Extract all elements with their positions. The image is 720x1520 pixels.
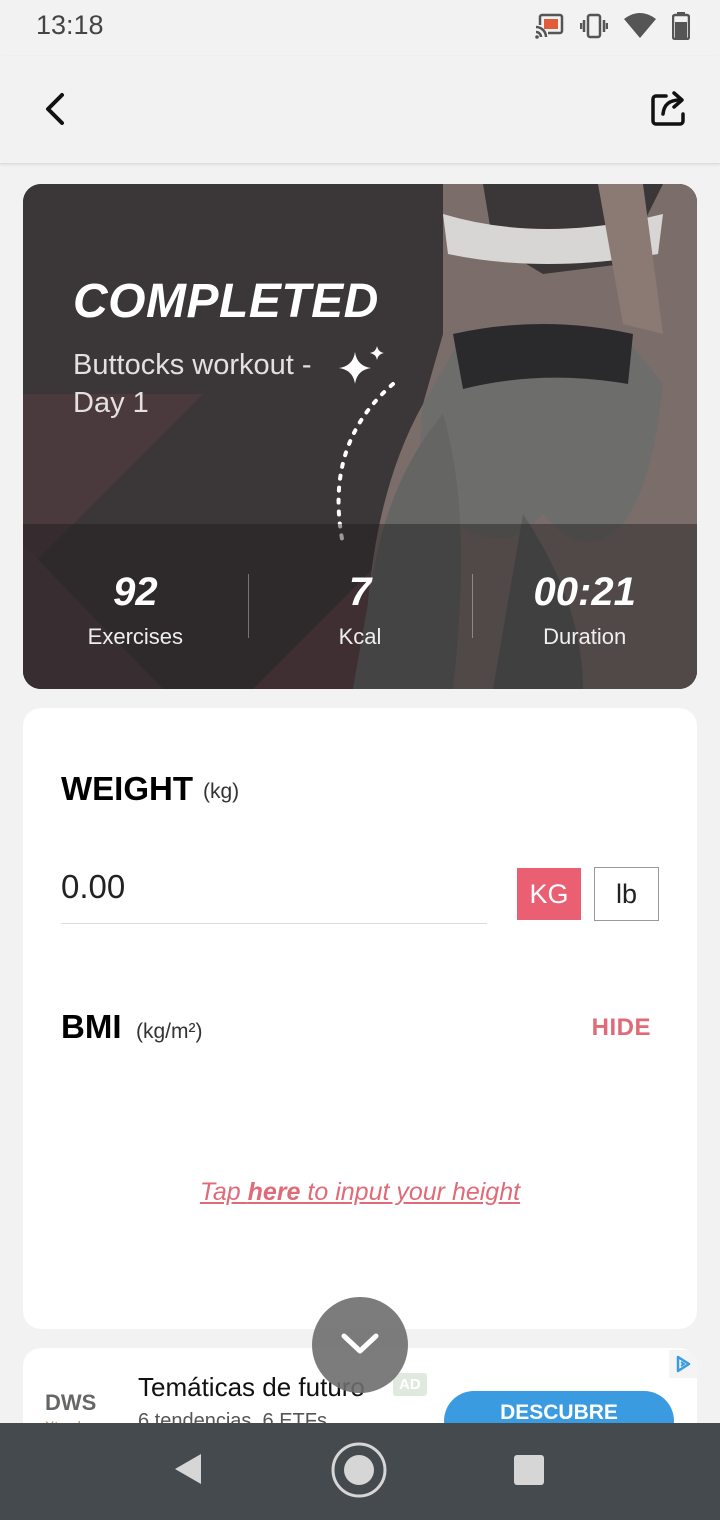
workout-stats: 92 Exercises 7 Kcal 00:21 Duration bbox=[23, 524, 697, 689]
chevron-left-icon bbox=[42, 92, 68, 131]
tap-here: here bbox=[247, 1178, 301, 1206]
stat-kcal: 7 Kcal bbox=[247, 524, 473, 689]
status-icons bbox=[534, 12, 690, 40]
stat-label: Kcal bbox=[338, 624, 382, 649]
tap-suffix: to input your height bbox=[300, 1178, 521, 1206]
hide-bmi-button[interactable]: HIDE bbox=[592, 1014, 651, 1042]
cast-icon bbox=[534, 13, 564, 39]
nav-recents-button[interactable] bbox=[510, 1453, 548, 1491]
input-height-link[interactable]: Tap here to input your height bbox=[23, 1178, 697, 1207]
weight-title: WEIGHT bbox=[61, 770, 193, 807]
status-bar: 13:18 bbox=[0, 0, 720, 56]
workout-summary-card: COMPLETED Buttocks workout - Day 1 92 Ex… bbox=[23, 184, 697, 689]
nav-home-button[interactable] bbox=[330, 1441, 388, 1504]
unit-lb-button[interactable]: lb bbox=[594, 867, 659, 921]
weight-input[interactable]: 0.00 bbox=[61, 868, 125, 906]
completed-title: COMPLETED bbox=[73, 275, 379, 328]
scroll-down-button[interactable] bbox=[312, 1297, 408, 1393]
stat-value: 92 bbox=[113, 570, 158, 614]
square-recents-icon bbox=[513, 1454, 545, 1491]
wifi-icon bbox=[624, 13, 656, 39]
share-icon bbox=[650, 90, 690, 131]
triangle-back-icon bbox=[173, 1452, 203, 1491]
chevron-down-icon bbox=[338, 1330, 382, 1361]
status-time: 13:18 bbox=[36, 10, 104, 40]
stat-exercises: 92 Exercises bbox=[23, 524, 248, 689]
stat-duration: 00:21 Duration bbox=[472, 524, 697, 689]
tap-prefix: Tap bbox=[199, 1178, 248, 1206]
stat-label: Exercises bbox=[87, 624, 184, 649]
system-nav-bar bbox=[0, 1423, 720, 1520]
nav-back-button[interactable] bbox=[168, 1451, 208, 1491]
weight-unit: (kg) bbox=[203, 780, 240, 803]
weight-input-underline bbox=[61, 923, 487, 924]
home-circle-icon bbox=[330, 1441, 388, 1504]
ad-badge: AD bbox=[393, 1373, 427, 1396]
unit-kg-button[interactable]: KG bbox=[517, 868, 581, 920]
app-bar bbox=[0, 56, 720, 164]
ad-logo-text: DWS bbox=[45, 1390, 97, 1415]
back-button[interactable] bbox=[30, 86, 80, 136]
stat-value: 7 bbox=[348, 570, 372, 614]
share-button[interactable] bbox=[644, 84, 696, 136]
battery-icon bbox=[672, 12, 690, 40]
weight-bmi-card: WEIGHT (kg) 0.00 KG lb BMI (kg/m²) HIDE … bbox=[23, 708, 697, 1329]
workout-name: Buttocks workout - Day 1 bbox=[73, 349, 312, 419]
stat-value: 00:21 bbox=[533, 570, 636, 614]
bmi-unit: (kg/m²) bbox=[136, 1020, 203, 1043]
stat-label: Duration bbox=[543, 624, 627, 649]
vibrate-icon bbox=[580, 13, 608, 39]
ad-choices-icon[interactable] bbox=[669, 1350, 697, 1378]
bmi-title: BMI bbox=[61, 1008, 122, 1045]
